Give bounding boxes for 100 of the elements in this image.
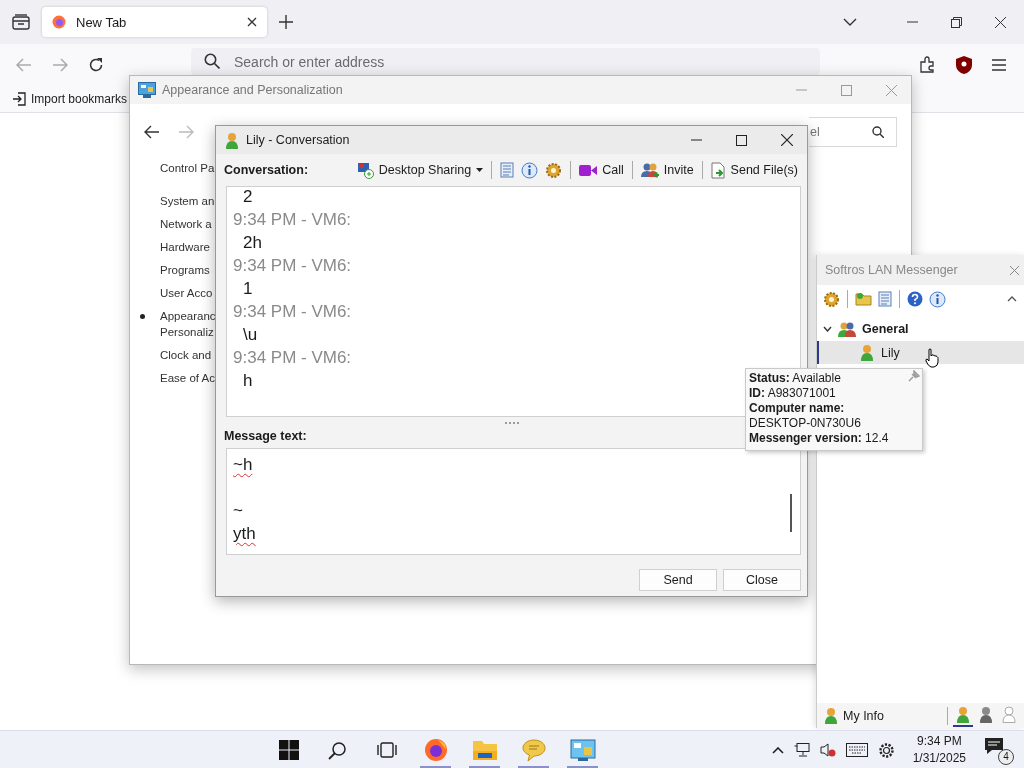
conversation-label: Conversation: <box>224 163 309 177</box>
message-text: 2 <box>243 187 253 208</box>
folder-icon <box>471 739 498 761</box>
search-icon <box>328 740 348 760</box>
monitor-icon <box>356 161 374 179</box>
tooltip-line: ID: A983071001 <box>749 386 837 401</box>
document-icon <box>500 162 515 178</box>
reload-icon[interactable] <box>88 56 104 73</box>
panel-title: Softros LAN Messenger <box>825 263 958 277</box>
message-input[interactable]: ~h ~ yth <box>226 448 801 555</box>
folder-icon <box>855 291 872 307</box>
call-button[interactable]: Call <box>578 161 625 179</box>
message-header: 9:34 PM - VM6: <box>233 255 352 277</box>
invite-button[interactable]: Invite <box>639 159 695 181</box>
contact-row[interactable]: Lily <box>817 341 1024 364</box>
info-button[interactable] <box>928 288 947 310</box>
keyboard-icon[interactable] <box>845 743 868 757</box>
scrollbar-thumb[interactable] <box>790 494 792 532</box>
person-icon <box>955 706 971 723</box>
contact-icon <box>823 707 839 724</box>
search-field[interactable]: el <box>809 117 897 147</box>
help-button[interactable] <box>906 289 924 309</box>
file-arrow-icon <box>710 161 726 179</box>
info-icon <box>929 290 946 308</box>
tooltip-line: Status: Available <box>749 371 842 386</box>
menu-icon[interactable] <box>992 58 1006 71</box>
document-icon <box>878 291 892 307</box>
sidebar-link[interactable]: Programs <box>160 262 210 278</box>
contact-icon <box>859 344 875 361</box>
info-button[interactable] <box>520 159 540 181</box>
sidebar-link[interactable]: System an <box>160 193 215 209</box>
person-icon <box>1001 706 1017 723</box>
tooltip-line: Messenger version: 12.4 <box>749 431 890 446</box>
close-icon[interactable] <box>781 134 793 146</box>
close-icon[interactable] <box>247 17 257 27</box>
sidebar-link[interactable]: Hardware <box>160 239 210 255</box>
clock[interactable]: 9:34 PM 1/31/2025 <box>904 733 974 767</box>
search-icon <box>872 126 884 138</box>
send-files-button[interactable]: Send File(s) <box>709 159 799 181</box>
speech-bubble-icon <box>521 738 546 762</box>
message-header: 9:34 PM - VM6: <box>233 347 352 369</box>
group-icon <box>838 321 856 337</box>
desktop-sharing-button[interactable]: Desktop Sharing <box>355 159 485 181</box>
sidebar-link[interactable]: User Acco <box>160 285 213 301</box>
speaker-muted-icon[interactable] <box>819 743 836 757</box>
bullet-icon <box>140 314 145 319</box>
sidebar-link[interactable]: Appearanc Personaliz <box>160 308 216 340</box>
message-text: 1 <box>243 278 253 300</box>
video-camera-icon <box>579 163 598 177</box>
send-button[interactable]: Send <box>639 569 717 591</box>
window-title: Lily - Conversation <box>246 133 350 147</box>
sidebar-link[interactable]: Clock and <box>160 347 212 363</box>
browser-tab[interactable]: New Tab <box>42 7 267 37</box>
message-label: Message text: <box>224 429 307 443</box>
gear-icon[interactable] <box>877 741 895 759</box>
collapse-icon[interactable] <box>1007 296 1017 302</box>
chevron-up-icon[interactable] <box>771 746 784 754</box>
puzzle-icon[interactable] <box>920 56 936 73</box>
message-text: h <box>243 370 253 392</box>
message-text: \u <box>243 324 258 346</box>
message-header: 9:34 PM - VM6: <box>233 301 352 323</box>
message-icon <box>984 737 1004 755</box>
info-icon <box>521 161 539 179</box>
shield-icon[interactable] <box>956 55 972 74</box>
chevron-down-icon[interactable] <box>843 18 857 26</box>
control-panel-icon <box>569 739 596 761</box>
control-panel-icon <box>138 82 156 98</box>
maximize-icon[interactable] <box>736 134 747 146</box>
close-icon[interactable] <box>995 16 1006 28</box>
browser-logo-icon <box>423 738 448 762</box>
window-title: Appearance and Personalization <box>162 83 343 97</box>
tooltip-line: Computer name: DESKTOP-0N730U6 <box>749 401 862 431</box>
sidebar-link[interactable]: Control Pa <box>160 160 215 176</box>
notification-count: 4 <box>998 749 1014 765</box>
help-icon <box>907 291 923 307</box>
sidebar-link[interactable]: Network a <box>160 216 212 232</box>
message-text: 2h <box>243 232 262 254</box>
person-icon <box>978 706 994 723</box>
network-icon[interactable] <box>793 743 810 757</box>
chevron-down-icon[interactable] <box>823 326 832 332</box>
search-icon <box>204 53 220 69</box>
gear-icon <box>823 290 840 308</box>
windows-icon <box>278 740 299 760</box>
close-button[interactable]: Close <box>723 569 801 591</box>
restore-icon[interactable] <box>951 16 962 28</box>
message-header: 9:34 PM - VM6: <box>233 209 352 231</box>
pin-icon[interactable] <box>908 370 920 382</box>
hand-cursor-icon <box>925 348 939 368</box>
task-view-icon <box>376 742 397 758</box>
address-field[interactable]: Search or enter address <box>191 48 820 75</box>
group-row[interactable]: General <box>817 317 1024 341</box>
status-button[interactable] <box>953 704 973 727</box>
import-icon <box>12 91 26 106</box>
sidebar-link[interactable]: Ease of Ac <box>160 370 215 386</box>
back-arrow-icon[interactable] <box>144 125 160 139</box>
gear-icon <box>545 161 563 179</box>
tab-list-icon[interactable] <box>12 14 30 30</box>
contact-icon <box>224 131 240 149</box>
new-tab-icon[interactable] <box>279 15 293 29</box>
import-bookmarks-link[interactable]: Import bookmarks <box>12 91 128 106</box>
